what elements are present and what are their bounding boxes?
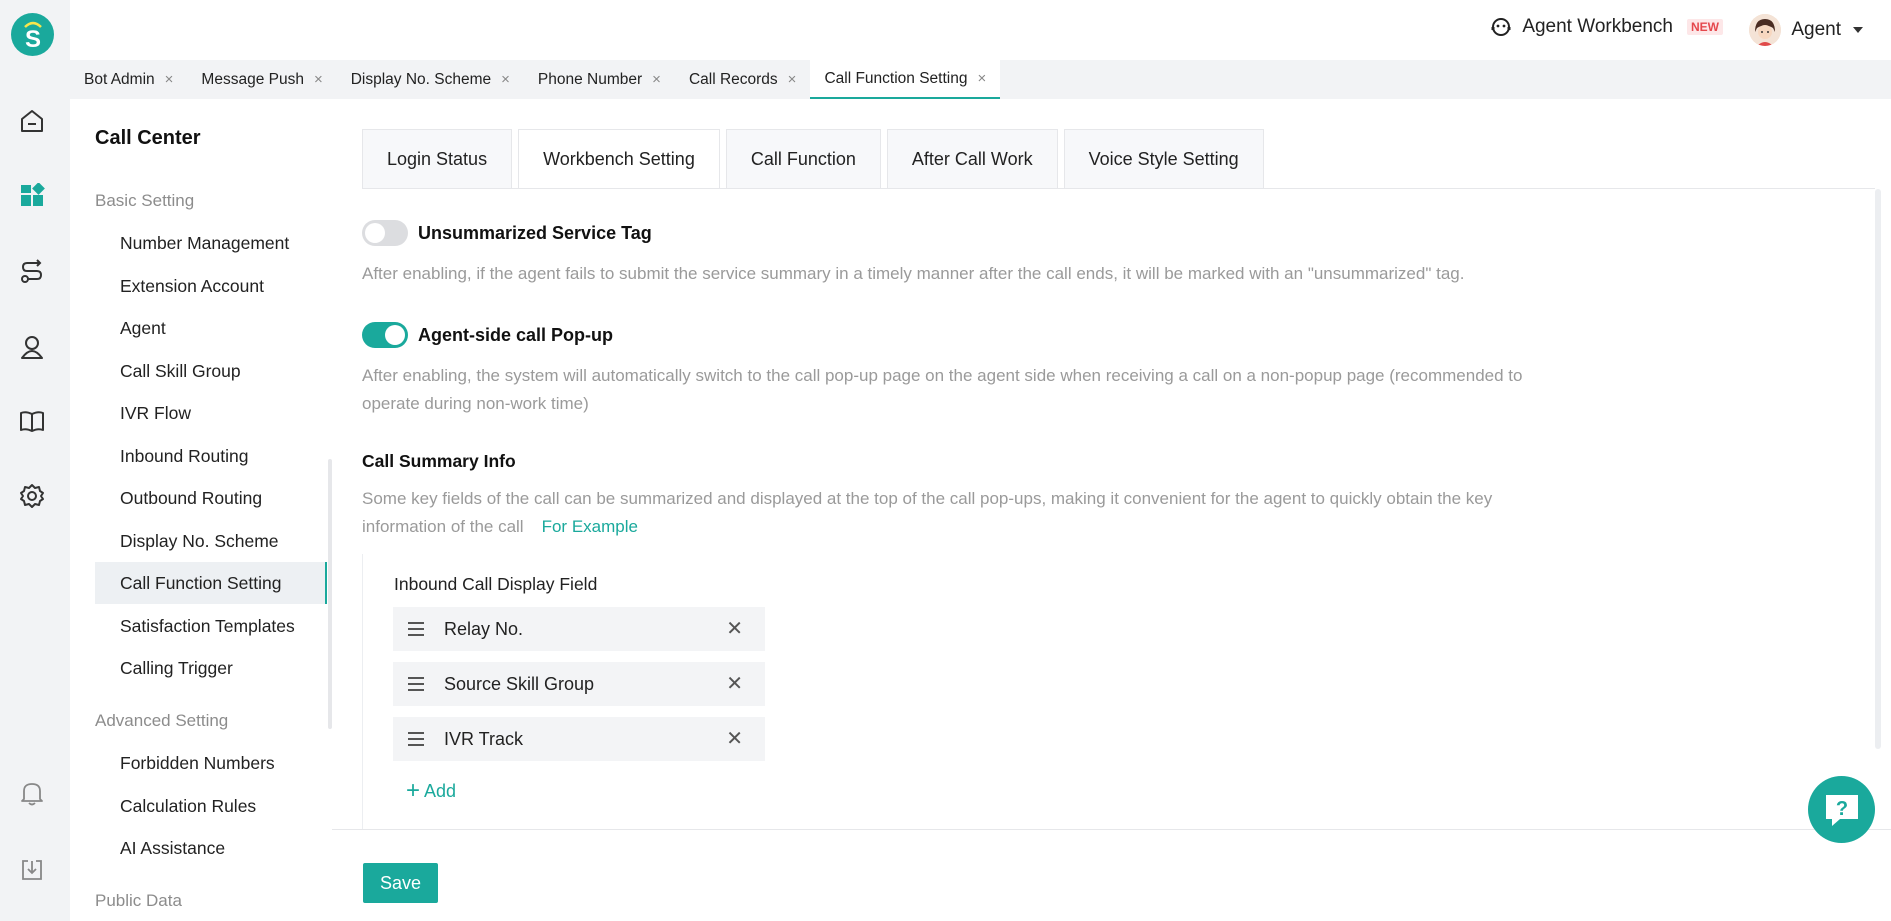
plus-icon: + <box>406 777 421 804</box>
call-summary-title: Call Summary Info <box>362 451 516 471</box>
sidebar-item-calculation-rules[interactable]: Calculation Rules <box>95 785 327 827</box>
unsummarized-desc: After enabling, if the agent fails to su… <box>362 264 1465 283</box>
sidebar-item-agent[interactable]: Agent <box>95 307 327 349</box>
inbound-display-field-label: Inbound Call Display Field <box>394 574 598 594</box>
tab-workbench-setting[interactable]: Workbench Setting <box>518 129 720 189</box>
sidebar-item-outbound-routing[interactable]: Outbound Routing <box>95 477 327 519</box>
page-tab-label: Phone Number <box>537 70 643 88</box>
tab-login-status[interactable]: Login Status <box>362 129 513 189</box>
page-tab-call-records[interactable]: Call Records × <box>675 60 811 99</box>
sidebar-group-basic: Basic Setting <box>95 191 195 210</box>
content-tabs: Login Status Workbench Setting Call Func… <box>362 129 1264 189</box>
headset-icon <box>1491 18 1511 36</box>
unsummarized-toggle[interactable] <box>362 220 408 246</box>
logo-icon: S <box>23 21 42 51</box>
unsummarized-title: Unsummarized Service Tag <box>418 223 652 243</box>
drag-handle-icon[interactable] <box>408 622 424 636</box>
sidebar-item-inbound-routing[interactable]: Inbound Routing <box>95 435 327 477</box>
agent-workbench-label: Agent Workbench <box>1522 16 1673 37</box>
close-icon[interactable]: × <box>314 71 323 88</box>
notification-bell-icon[interactable] <box>17 778 47 808</box>
page-tab-message-push[interactable]: Message Push × <box>187 60 336 99</box>
sidebar-item-calling-trigger[interactable]: Calling Trigger <box>95 647 327 689</box>
tabs-divider <box>362 188 1875 189</box>
page-tab-label: Message Push <box>201 70 304 88</box>
tab-voice-style-setting[interactable]: Voice Style Setting <box>1063 129 1264 189</box>
footer-bar: Save <box>332 829 1891 921</box>
call-summary-desc: Some key fields of the call can be summa… <box>362 485 1562 541</box>
page-tab-label: Display No. Scheme <box>350 70 492 88</box>
agent-popup-desc: After enabling, the system will automati… <box>362 366 1523 413</box>
icon-rail: S <box>0 0 70 921</box>
close-icon[interactable]: ✕ <box>726 729 743 749</box>
page-tabs: Bot Admin × Message Push × Display No. Sch… <box>70 60 1891 99</box>
sidebar-item-forbidden-numbers[interactable]: Forbidden Numbers <box>95 742 327 784</box>
sidebar-group-public: Public Data <box>95 891 182 910</box>
agent-icon[interactable] <box>17 332 47 362</box>
field-name: Relay No. <box>444 618 524 639</box>
close-icon[interactable]: × <box>788 71 797 88</box>
main-content: Login Status Workbench Setting Call Func… <box>332 99 1891 844</box>
page-tab-label: Bot Admin <box>84 70 155 88</box>
tab-call-function[interactable]: Call Function <box>725 129 881 189</box>
list-item: Relay No. ✕ <box>393 607 765 651</box>
chevron-down-icon <box>1853 27 1863 33</box>
close-icon[interactable]: × <box>652 71 661 88</box>
field-name: IVR Track <box>444 728 524 749</box>
save-button[interactable]: Save <box>363 863 438 903</box>
agent-popup-title: Agent-side call Pop-up <box>418 325 614 345</box>
page-tab-bot-admin[interactable]: Bot Admin × <box>70 60 187 99</box>
help-button[interactable]: ? <box>1808 776 1875 843</box>
sidebar-item-number-management[interactable]: Number Management <box>95 222 327 264</box>
page-tab-display-no-scheme[interactable]: Display No. Scheme × <box>337 60 524 99</box>
sidebar-item-satisfaction-templates[interactable]: Satisfaction Templates <box>95 605 327 647</box>
add-field-button[interactable]: + Add <box>406 779 456 803</box>
avatar <box>1749 14 1782 46</box>
add-field-label: Add <box>424 780 457 801</box>
new-badge: NEW <box>1687 19 1723 35</box>
app-logo[interactable]: S <box>11 13 54 56</box>
user-name: Agent <box>1791 19 1841 40</box>
drag-handle-icon[interactable] <box>408 732 424 746</box>
download-icon[interactable] <box>17 855 47 885</box>
routing-icon[interactable] <box>17 257 47 287</box>
list-item: IVR Track ✕ <box>393 717 765 761</box>
top-header: Agent Workbench NEW Agent <box>70 0 1891 60</box>
help-chat-icon: ? <box>1825 794 1858 826</box>
sidebar-item-ivr-flow[interactable]: IVR Flow <box>95 392 327 434</box>
page-tab-phone-number[interactable]: Phone Number × <box>524 60 675 99</box>
call-summary-desc-text: Some key fields of the call can be summa… <box>362 489 1493 536</box>
drag-handle-icon[interactable] <box>408 677 424 691</box>
page-tab-label: Call Function Setting <box>824 69 968 87</box>
sidebar-item-display-no-scheme[interactable]: Display No. Scheme <box>95 520 327 562</box>
field-name: Source Skill Group <box>444 673 595 694</box>
agent-workbench-link[interactable]: Agent Workbench NEW <box>1490 16 1723 38</box>
svg-text:?: ? <box>1835 798 1847 820</box>
knowledge-book-icon[interactable] <box>17 406 47 436</box>
settings-gear-icon[interactable] <box>17 481 47 511</box>
close-icon[interactable]: × <box>165 71 174 88</box>
close-icon[interactable]: × <box>977 70 986 87</box>
sidebar-title: Call Center <box>95 127 201 149</box>
sidebar-item-extension-account[interactable]: Extension Account <box>95 265 327 307</box>
sidebar-group-advanced: Advanced Setting <box>95 711 229 730</box>
content-scrollbar[interactable] <box>1875 189 1881 749</box>
secondary-sidebar: Call Center Basic Setting Number Managem… <box>70 99 332 921</box>
close-icon[interactable]: ✕ <box>726 619 743 639</box>
home-icon[interactable] <box>17 106 47 136</box>
close-icon[interactable]: × <box>501 71 510 88</box>
for-example-link[interactable]: For Example <box>542 517 638 536</box>
apps-icon[interactable] <box>17 181 47 211</box>
user-menu[interactable]: Agent <box>1749 14 1863 46</box>
agent-popup-toggle[interactable] <box>362 322 408 348</box>
close-icon[interactable]: ✕ <box>726 674 743 694</box>
sidebar-item-call-function-setting[interactable]: Call Function Setting <box>95 562 327 604</box>
sidebar-item-ai-assistance[interactable]: AI Assistance <box>95 827 327 869</box>
svg-text:S: S <box>24 26 40 51</box>
sidebar-item-call-skill-group[interactable]: Call Skill Group <box>95 350 327 392</box>
list-item: Source Skill Group ✕ <box>393 662 765 706</box>
page-tab-label: Call Records <box>688 70 778 88</box>
tab-after-call-work[interactable]: After Call Work <box>886 129 1058 189</box>
page-tab-call-function-setting[interactable]: Call Function Setting × <box>810 60 1001 99</box>
